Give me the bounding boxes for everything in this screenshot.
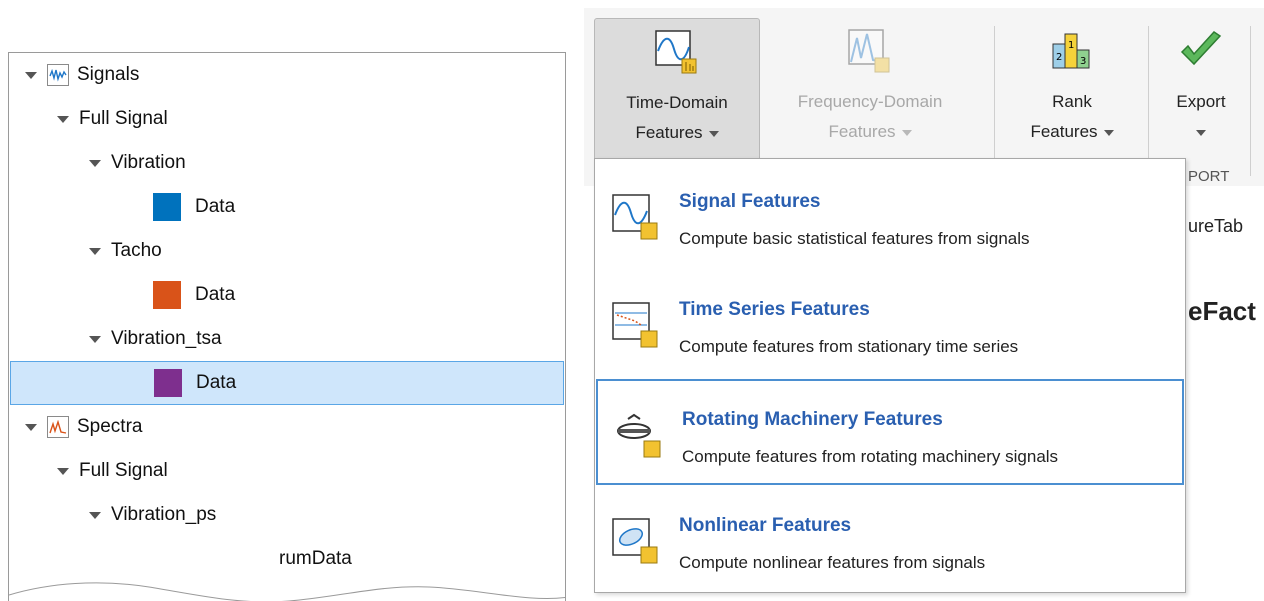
svg-text:2: 2 — [1056, 52, 1062, 63]
button-label: Features — [828, 122, 896, 141]
menu-item-title: Signal Features — [679, 191, 821, 212]
separator — [1148, 26, 1149, 176]
rotating-machinery-features-icon — [617, 413, 661, 458]
expand-caret-icon[interactable] — [89, 511, 101, 519]
tree-node-full-signal-2[interactable]: Full Signal — [9, 449, 565, 493]
svg-text:3: 3 — [1080, 56, 1086, 67]
menu-item-title: Time Series Features — [679, 299, 870, 320]
tree-node-vibration[interactable]: Vibration — [9, 141, 565, 185]
button-label: Features — [635, 123, 703, 142]
tree-node-label: Spectra — [77, 416, 143, 437]
tree-node-label: Signals — [77, 64, 140, 85]
tree-node-label: Tacho — [111, 240, 162, 261]
expand-caret-icon[interactable] — [57, 467, 69, 475]
tree-node-label: Vibration_ps — [111, 504, 217, 525]
signal-browser-tree: Signals Full Signal Vibration Data Tacho… — [8, 52, 566, 601]
tree-node-label: Full Signal — [79, 108, 168, 129]
rank-features-button[interactable]: 2 1 3 Rank Features — [1002, 18, 1142, 168]
color-swatch — [153, 193, 181, 221]
export-checkmark-icon — [1180, 31, 1222, 66]
menu-item-description: Compute nonlinear features from signals — [679, 553, 986, 572]
button-label: Export — [1176, 92, 1226, 111]
separator — [994, 26, 995, 176]
tree-node-vibration-ps[interactable]: Vibration_ps — [9, 493, 565, 537]
tree-node-vibration-tsa-data[interactable]: Data — [10, 361, 564, 405]
menu-item-title: Nonlinear Features — [679, 515, 852, 536]
separator — [1250, 26, 1251, 176]
frequency-domain-features-icon — [848, 29, 890, 73]
tree-node-vibration-tsa[interactable]: Vibration_tsa — [9, 317, 565, 361]
button-label: Time-Domain — [626, 93, 728, 112]
time-domain-features-button[interactable]: Time-Domain Features — [594, 18, 760, 168]
expand-caret-icon[interactable] — [25, 423, 37, 431]
expand-caret-icon[interactable] — [89, 247, 101, 255]
feature-table-tab-fragment[interactable]: ureTab — [1188, 216, 1243, 237]
tree-node-vibration-data[interactable]: Data — [9, 185, 565, 229]
menu-item-signal-features[interactable]: Signal Features Compute basic statistica… — [595, 163, 1185, 269]
menu-item-description: Compute basic statistical features from … — [679, 229, 1030, 248]
tree-node-spectra[interactable]: Spectra — [9, 405, 565, 449]
chevron-down-icon — [708, 130, 719, 137]
tree-node-label: Full Signal — [79, 460, 168, 481]
tree-node-tacho[interactable]: Tacho — [9, 229, 565, 273]
menu-item-description: Compute features from stationary time se… — [679, 337, 1019, 356]
menu-item-title: Rotating Machinery Features — [682, 409, 943, 430]
expand-caret-icon[interactable] — [89, 159, 101, 167]
tree-node-signals[interactable]: Signals — [9, 53, 565, 97]
menu-item-rotating-machinery-features[interactable]: Rotating Machinery Features Compute feat… — [596, 379, 1184, 485]
tree-node-label: Data — [195, 196, 236, 217]
tree-node-label: Data — [195, 284, 236, 305]
table-header-fragment: eFact — [1188, 296, 1256, 326]
chevron-down-icon — [901, 129, 912, 136]
time-domain-features-menu: Signal Features Compute basic statistica… — [594, 158, 1186, 593]
button-label: Rank — [1052, 92, 1092, 111]
menu-item-description: Compute features from rotating machinery… — [682, 447, 1059, 466]
section-label-export: PORT — [1188, 168, 1230, 185]
frequency-domain-features-button[interactable]: Frequency-Domain Features — [764, 18, 976, 168]
time-domain-features-icon — [655, 30, 697, 74]
nonlinear-features-icon — [612, 518, 658, 564]
tree-node-label: Vibration — [111, 152, 186, 173]
rank-features-icon: 2 1 3 — [1052, 33, 1090, 69]
menu-item-nonlinear-features[interactable]: Nonlinear Features Compute nonlinear fea… — [595, 487, 1185, 593]
tree-node-tacho-data[interactable]: Data — [9, 273, 565, 317]
menu-item-time-series-features[interactable]: Time Series Features Compute features fr… — [595, 271, 1185, 377]
torn-edge — [9, 582, 565, 601]
tree-node-full-signal[interactable]: Full Signal — [9, 97, 565, 141]
time-series-features-icon — [612, 302, 658, 348]
tree-node-label: rumData — [279, 548, 352, 569]
tree-node-label: Data — [196, 372, 237, 393]
expand-caret-icon[interactable] — [57, 115, 69, 123]
expand-caret-icon[interactable] — [89, 335, 101, 343]
signal-features-icon — [612, 194, 658, 240]
svg-text:1: 1 — [1068, 40, 1074, 51]
button-label: Frequency-Domain — [797, 92, 943, 111]
color-swatch — [154, 369, 182, 397]
color-swatch — [153, 281, 181, 309]
tree-node-label: Vibration_tsa — [111, 328, 222, 349]
signal-icon — [47, 64, 69, 86]
chevron-down-icon — [1103, 129, 1114, 136]
expand-caret-icon[interactable] — [25, 71, 37, 79]
chevron-down-icon — [1196, 129, 1206, 136]
button-label: Features — [1030, 122, 1098, 141]
export-button[interactable]: Export — [1156, 18, 1246, 168]
spectrum-icon — [47, 416, 69, 438]
